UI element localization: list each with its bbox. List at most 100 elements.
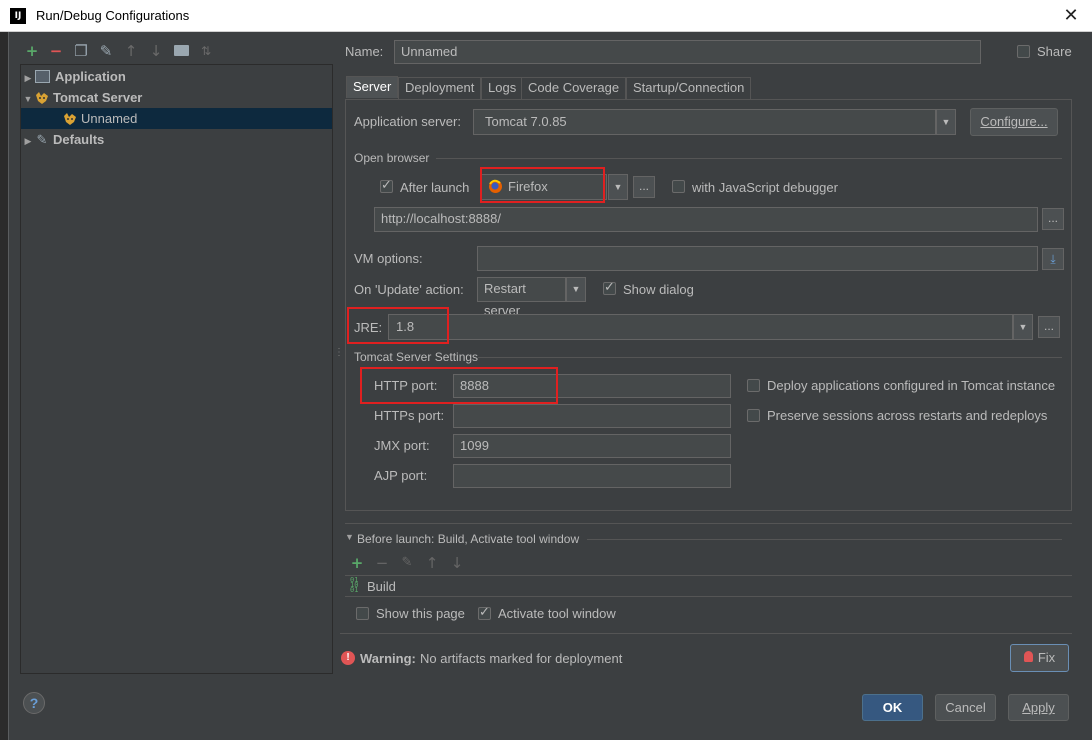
tree-item-label: Application (55, 69, 126, 84)
remove-icon[interactable]: − (46, 41, 66, 61)
js-debugger-label: with JavaScript debugger (692, 180, 838, 195)
separator (340, 633, 1072, 634)
move-down-icon[interactable]: ↓ (447, 553, 467, 573)
tomcat-icon (36, 91, 48, 104)
wrench-icon[interactable]: ✎ (96, 41, 116, 61)
ajp-port-label: AJP port: (374, 468, 428, 483)
remove-icon[interactable]: − (372, 553, 392, 573)
vm-options-input[interactable] (477, 246, 1038, 271)
tomcat-settings-section-label: Tomcat Server Settings (354, 350, 479, 364)
configure-button[interactable]: Configure... (970, 108, 1058, 136)
name-input[interactable]: Unnamed (394, 40, 981, 64)
tab-code-coverage[interactable]: Code Coverage (521, 77, 627, 99)
expand-arrow-icon[interactable]: ▶ (21, 131, 35, 152)
highlight-box-browser (480, 167, 605, 203)
help-button[interactable]: ? (23, 692, 45, 714)
tree-item-unnamed[interactable]: Unnamed (21, 108, 332, 129)
name-label: Name: (345, 44, 384, 59)
separator (436, 158, 1062, 159)
tree-item-defaults[interactable]: ▶ ✎ Defaults (21, 129, 332, 150)
edit-icon[interactable]: ✎ (397, 553, 417, 573)
jmx-port-label: JMX port: (374, 438, 430, 453)
activate-tool-window-checkbox[interactable] (478, 605, 491, 620)
tab-server[interactable]: Server (346, 76, 399, 98)
move-up-icon[interactable]: ↑ (422, 553, 442, 573)
expand-arrow-icon[interactable]: ▶ (21, 68, 35, 89)
share-checkbox[interactable] (1017, 45, 1030, 58)
browser-more-button[interactable]: ... (633, 176, 655, 198)
tab-startup-connection[interactable]: Startup/Connection (626, 77, 752, 99)
deploy-apps-label: Deploy applications configured in Tomcat… (767, 378, 1056, 393)
before-launch-item[interactable]: Build (367, 579, 396, 594)
tree-item-tomcat-server[interactable]: ▼ Tomcat Server (21, 87, 332, 108)
on-update-select[interactable]: Restart server (477, 277, 566, 318)
move-up-icon[interactable]: ↑ (121, 41, 141, 61)
after-launch-checkbox[interactable] (380, 178, 393, 193)
ajp-port-input[interactable] (453, 464, 731, 488)
apply-button[interactable]: Apply (1008, 694, 1069, 721)
url-input[interactable]: http://localhost:8888/ (374, 207, 1038, 232)
chevron-down-icon[interactable]: ▼ (566, 277, 586, 302)
add-icon[interactable]: + (22, 41, 42, 61)
chevron-down-icon[interactable]: ▼ (936, 109, 956, 135)
collapse-arrow-icon[interactable]: ▼ (345, 532, 354, 542)
open-browser-section-label: Open browser (354, 151, 430, 165)
chevron-down-icon[interactable]: ▼ (1013, 314, 1033, 340)
jre-more-button[interactable]: ... (1038, 316, 1060, 338)
highlight-box-jre (347, 307, 449, 344)
before-launch-list (345, 575, 1072, 597)
highlight-box-http-port (360, 367, 558, 404)
activate-tool-window-label: Activate tool window (498, 606, 616, 621)
application-server-select[interactable]: Tomcat 7.0.85 (473, 109, 936, 135)
url-more-button[interactable]: ... (1042, 208, 1064, 230)
jre-select[interactable]: 1.8 (388, 314, 1013, 340)
copy-icon[interactable]: ❐ (71, 41, 91, 61)
close-icon[interactable]: ✕ (1060, 4, 1082, 26)
build-icon: 01 10 01 (350, 576, 359, 594)
https-port-label: HTTPs port: (374, 408, 445, 423)
jmx-port-input[interactable]: 1099 (453, 434, 731, 458)
on-update-label: On 'Update' action: (354, 282, 464, 297)
show-dialog-label: Show dialog (623, 282, 694, 297)
window-title-bar: IJ Run/Debug Configurations ✕ (0, 0, 1092, 32)
separator (587, 539, 1062, 540)
tree-item-label: Tomcat Server (53, 90, 143, 105)
tomcat-icon (64, 112, 76, 125)
application-icon (35, 70, 50, 84)
sort-icon[interactable]: ⇅ (196, 41, 216, 61)
expand-editor-icon[interactable]: ⤓ (1042, 248, 1064, 270)
vm-options-label: VM options: (354, 251, 423, 266)
preserve-sessions-label: Preserve sessions across restarts and re… (767, 408, 1048, 423)
after-launch-label: After launch (400, 180, 470, 195)
show-page-label: Show this page (376, 606, 465, 621)
splitter-handle[interactable]: ⋮ (334, 348, 344, 366)
before-launch-header[interactable]: Before launch: Build, Activate tool wind… (357, 532, 579, 546)
application-server-label: Application server: (354, 114, 461, 129)
move-down-icon[interactable]: ↓ (146, 41, 166, 61)
wrench-icon: ✎ (36, 133, 48, 148)
folder-icon[interactable] (174, 45, 189, 56)
tree-item-label: Unnamed (81, 111, 138, 126)
https-port-input[interactable] (453, 404, 731, 428)
preserve-sessions-checkbox[interactable] (747, 409, 760, 422)
add-icon[interactable]: + (347, 553, 367, 573)
chevron-down-icon[interactable]: ▼ (608, 174, 628, 200)
fix-button[interactable]: Fix (1010, 644, 1069, 672)
window-title: Run/Debug Configurations (36, 8, 190, 23)
show-dialog-checkbox[interactable] (603, 280, 616, 295)
cancel-button[interactable]: Cancel (935, 694, 996, 721)
tree-item-label: Defaults (53, 132, 105, 147)
separator (345, 523, 1072, 524)
js-debugger-checkbox[interactable] (672, 180, 685, 193)
show-page-checkbox[interactable] (356, 607, 369, 620)
tree-item-application[interactable]: ▶ Application (21, 66, 332, 87)
share-label: Share (1037, 44, 1072, 59)
collapse-arrow-icon[interactable]: ▼ (21, 89, 35, 110)
separator (478, 357, 1062, 358)
tab-deployment[interactable]: Deployment (398, 77, 482, 99)
warning-label: Warning: (360, 651, 416, 666)
ok-button[interactable]: OK (862, 694, 923, 721)
tab-logs[interactable]: Logs (481, 77, 524, 99)
deploy-apps-checkbox[interactable] (747, 379, 760, 392)
lightbulb-icon (1024, 651, 1033, 662)
